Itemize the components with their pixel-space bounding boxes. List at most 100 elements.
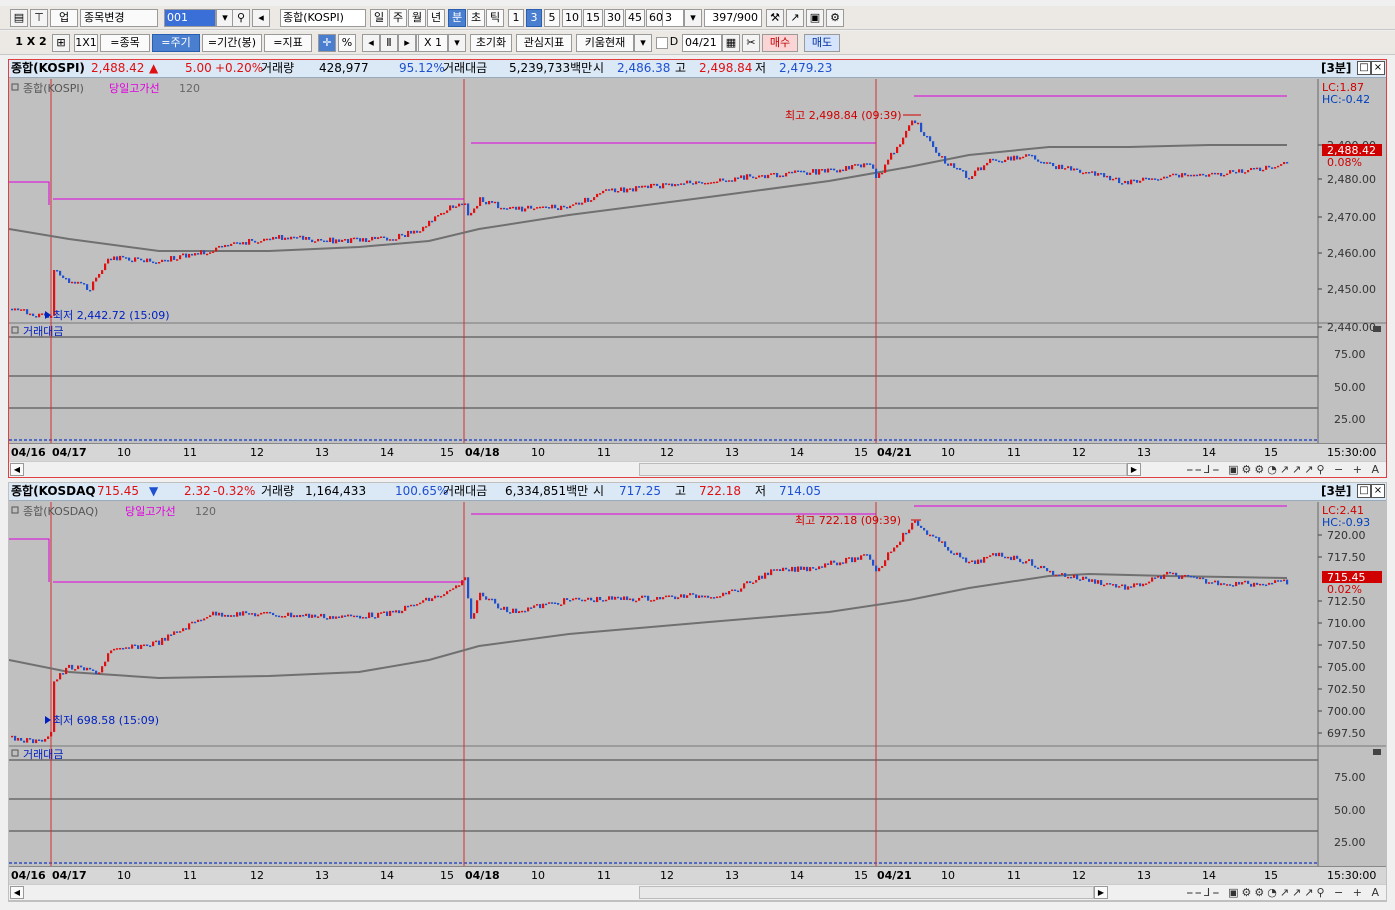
candle (185, 253, 188, 258)
pin-icon[interactable]: ⊤ (30, 9, 48, 27)
scroll-right-icon[interactable]: ▶ (1127, 463, 1141, 476)
candle (668, 183, 671, 186)
candle (527, 205, 530, 209)
buy-button[interactable]: 매수 (762, 34, 798, 52)
high-label: 고 (675, 61, 687, 75)
settings-gear-icon[interactable]: ⚙ (826, 9, 844, 27)
watch-indicator-button[interactable]: 관심지표 (516, 34, 572, 52)
candle (797, 566, 800, 572)
scroll-thumb[interactable] (639, 886, 1094, 899)
code-input[interactable]: 001 (164, 9, 216, 27)
period-week[interactable]: 주 (389, 9, 407, 27)
stock-change-select[interactable]: 종목변경 (80, 9, 158, 27)
candle (449, 205, 452, 211)
layout-1x2-label[interactable]: 1 X 2 (10, 34, 52, 52)
next-icon[interactable]: ▸ (398, 34, 416, 52)
stock-button[interactable]: =종목 (100, 34, 150, 52)
crosshair-icon[interactable]: ✛ (318, 34, 336, 52)
grid-icon[interactable]: ⊞ (52, 34, 70, 52)
layout-icon[interactable]: ▤ (10, 9, 28, 27)
candle (1232, 585, 1235, 587)
indicator-button[interactable]: =지표 (264, 34, 312, 52)
period-tick[interactable]: 틱 (486, 9, 504, 27)
period-month[interactable]: 월 (408, 9, 426, 27)
minute-10[interactable]: 10 (562, 9, 582, 27)
calendar-icon[interactable]: ▦ (722, 34, 740, 52)
candle (287, 612, 290, 616)
kiwoom-dropdown-icon[interactable]: ▾ (634, 34, 652, 52)
candle (1244, 580, 1247, 583)
candle (974, 170, 977, 177)
trend-icon[interactable]: ↗ (786, 9, 804, 27)
period-second[interactable]: 초 (467, 9, 485, 27)
candle (50, 315, 53, 318)
market-select[interactable]: 업 (50, 9, 78, 27)
interval-select[interactable]: 3 (662, 9, 684, 27)
candle (1082, 576, 1085, 580)
minute-45[interactable]: 45 (625, 9, 645, 27)
zoom-select[interactable]: X 1 (418, 34, 448, 52)
period-year[interactable]: 년 (427, 9, 445, 27)
candle (752, 582, 755, 585)
cut-icon[interactable]: ✂ (742, 34, 760, 52)
stock-name-field[interactable]: 종합(KOSPI) (280, 9, 366, 27)
candle (788, 171, 791, 174)
chart-scrollbar[interactable]: ◀ ▶ ⎯⎯⅃⎯ ▣⚙⚙◔↗↗↗⚲ − + A (9, 461, 1386, 477)
candle (1145, 583, 1148, 585)
sell-button[interactable]: 매도 (804, 34, 840, 52)
kiwoom-button[interactable]: 키움현재 (576, 34, 634, 52)
amount-label: 거래대금 (443, 484, 488, 498)
candle (221, 612, 224, 617)
chart-tools[interactable]: ⎯⎯⅃⎯ ▣⚙⚙◔↗↗↗⚲ − + A (1187, 462, 1382, 477)
candle (1187, 174, 1190, 177)
candle (929, 534, 932, 537)
close-icon[interactable]: × (1371, 484, 1385, 498)
percent-button[interactable]: % (338, 34, 356, 52)
save-icon[interactable]: ▣ (806, 9, 824, 27)
zoom-dropdown-icon[interactable]: ▾ (448, 34, 466, 52)
scroll-right-icon[interactable]: ▶ (1094, 886, 1108, 899)
date-checkbox[interactable] (656, 37, 668, 49)
period-minute[interactable]: 분 (448, 9, 466, 27)
speaker-icon[interactable]: ◂ (252, 9, 270, 27)
chart-scrollbar[interactable]: ◀ ▶ ⎯⎯⅃⎯ ▣⚙⚙◔↗↗↗⚲ − + A (9, 884, 1386, 900)
chart-tool-icon[interactable]: ⚒ (766, 9, 784, 27)
candle (1172, 572, 1175, 575)
prev-icon[interactable]: ◂ (362, 34, 380, 52)
search-icon[interactable]: ⚲ (232, 9, 250, 27)
candle (1169, 174, 1172, 177)
info-header: 종합(KOSDAQ 715.45 ▼ 2.32 -0.32% 거래량 1,164,433 10… (9, 483, 1386, 501)
candle (1241, 582, 1244, 585)
minute-1[interactable]: 1 (508, 9, 524, 27)
chart-tools[interactable]: ⎯⎯⅃⎯ ▣⚙⚙◔↗↗↗⚲ − + A (1187, 885, 1382, 900)
period-day[interactable]: 일 (370, 9, 388, 27)
layout-1x1-button[interactable]: 1X1 (74, 34, 98, 52)
date-input[interactable]: 04/21 (682, 34, 722, 52)
range-button[interactable]: =기간(봉) (202, 34, 262, 52)
bar-count-field[interactable]: 397/900 (704, 9, 762, 27)
minute-3[interactable]: 3 (526, 9, 542, 27)
candle (734, 177, 737, 182)
close-icon[interactable]: × (1371, 61, 1385, 75)
scroll-thumb[interactable] (639, 463, 1127, 476)
scroll-left-icon[interactable]: ◀ (10, 463, 24, 476)
price-chart[interactable]: 최고 2,498.84 (09:39) 최저 2,442.72 (15:09) 종합… (9, 79, 1386, 443)
candle (608, 189, 611, 191)
candle (59, 673, 62, 680)
candle (1064, 573, 1067, 577)
candle (1139, 583, 1142, 587)
candle (956, 167, 959, 170)
interval-dropdown-icon[interactable]: ▾ (684, 9, 702, 27)
reset-button[interactable]: 초기화 (470, 34, 512, 52)
price-chart[interactable]: 최고 722.18 (09:39) 최저 698.58 (15:09) 종합(KOS… (9, 502, 1386, 866)
low-annotation: 최저 2,442.72 (15:09) (53, 309, 170, 322)
minute-5[interactable]: 5 (544, 9, 560, 27)
scroll-left-icon[interactable]: ◀ (10, 886, 24, 899)
minute-15[interactable]: 15 (583, 9, 603, 27)
maximize-icon[interactable]: □ (1357, 61, 1371, 75)
period-button[interactable]: =주기 (152, 34, 200, 52)
minute-30[interactable]: 30 (604, 9, 624, 27)
pause-icon[interactable]: Ⅱ (380, 34, 398, 52)
maximize-icon[interactable]: □ (1357, 484, 1371, 498)
candle (65, 277, 68, 280)
